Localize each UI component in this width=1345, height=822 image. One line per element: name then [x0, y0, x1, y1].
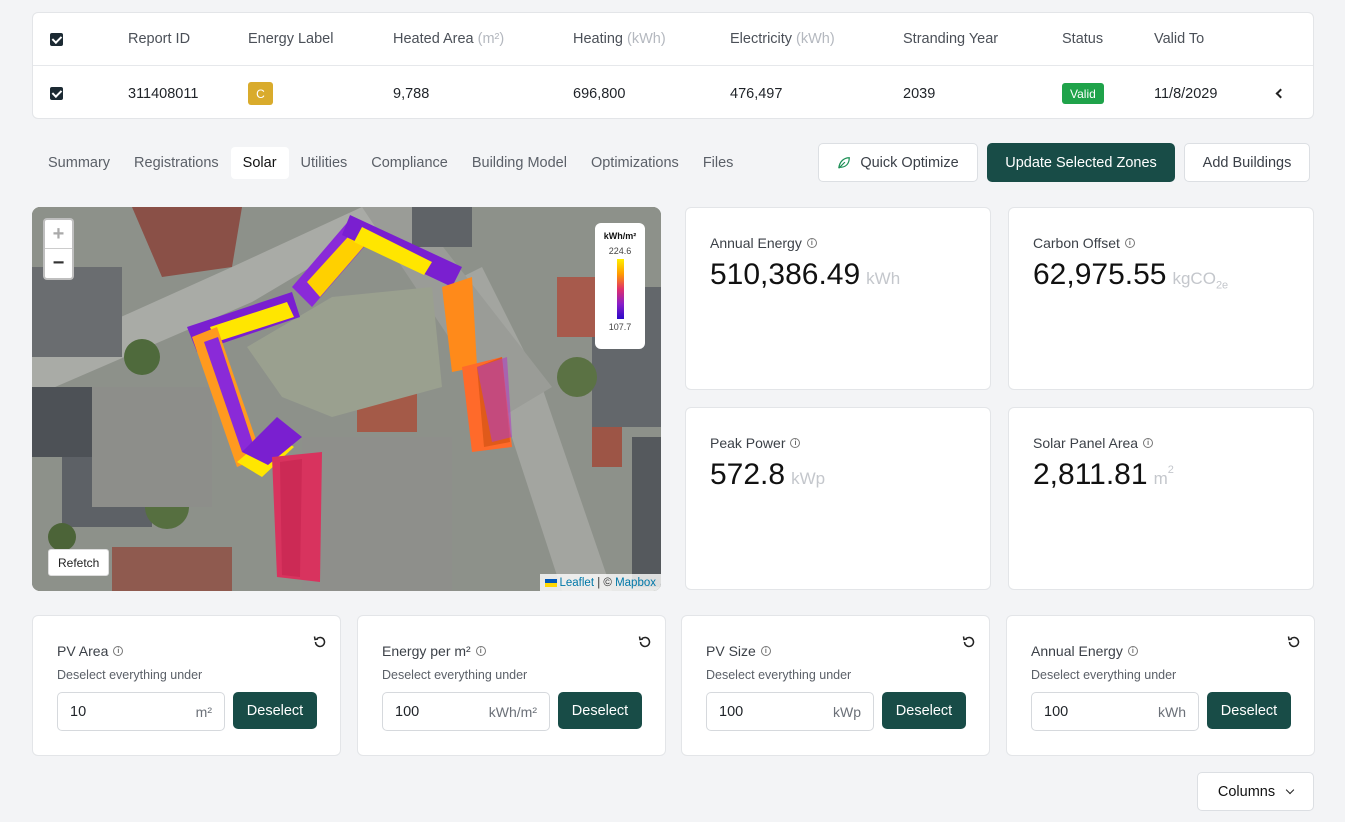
header-heated-area[interactable]: Heated Area (m²) [393, 13, 504, 65]
info-icon[interactable]: i [475, 646, 486, 656]
legend-gradient [616, 259, 624, 319]
chevron-left-icon [1275, 88, 1286, 99]
add-buildings-button[interactable]: Add Buildings [1184, 143, 1310, 182]
leaf-icon [838, 156, 851, 169]
tab-compliance[interactable]: Compliance [359, 147, 460, 179]
cell-heated-area: 9,788 [393, 85, 430, 102]
pv-size-filter: PV Size i Deselect everything under 100 kW… [681, 615, 990, 756]
solar-map[interactable]: + − kWh/m² 224.6 107.7 Refetch Leaflet |… [32, 207, 661, 591]
tab-optimizations[interactable]: Optimizations [579, 147, 691, 179]
annual-energy-card: Annual Energy i 510,386.49 kWh [685, 207, 991, 390]
header-electricity[interactable]: Electricity (kWh) [730, 13, 835, 65]
detail-tabs: Summary Registrations Solar Utilities Co… [36, 147, 745, 179]
reset-icon[interactable] [961, 634, 977, 650]
refetch-button[interactable]: Refetch [48, 549, 110, 576]
energy-legend: kWh/m² 224.6 107.7 [595, 223, 645, 349]
cell-report-id: 311408011 [128, 85, 199, 102]
energy-label-badge: C [248, 82, 273, 105]
info-icon[interactable]: i [790, 438, 801, 448]
reset-icon[interactable] [312, 634, 328, 650]
pv-size-input[interactable]: 100 kWp [706, 692, 874, 731]
info-icon[interactable]: i [1143, 438, 1154, 448]
tab-registrations[interactable]: Registrations [122, 147, 231, 179]
tab-files[interactable]: Files [691, 147, 746, 179]
info-icon[interactable]: i [1124, 238, 1135, 248]
energy-per-m2-filter: Energy per m² i Deselect everything under… [357, 615, 666, 756]
header-stranding-year[interactable]: Stranding Year [903, 13, 998, 65]
cell-heating: 696,800 [573, 85, 626, 102]
zoom-out-button[interactable]: − [45, 249, 72, 278]
tab-solar[interactable]: Solar [230, 147, 289, 179]
reports-table: Report ID Energy Label Heated Area (m²) H… [32, 12, 1314, 119]
zoom-control: + − [43, 218, 74, 280]
legend-title: kWh/m² [603, 231, 637, 241]
pv-area-filter: PV Area i Deselect everything under 10 m² … [32, 615, 341, 756]
update-selected-zones-button[interactable]: Update Selected Zones [987, 143, 1175, 182]
info-icon[interactable]: i [1127, 646, 1138, 656]
mapbox-link[interactable]: Mapbox [615, 577, 656, 589]
deselect-button[interactable]: Deselect [558, 692, 642, 729]
zoom-in-button[interactable]: + [45, 220, 72, 249]
header-valid-to[interactable]: Valid To [1154, 13, 1204, 65]
reset-icon[interactable] [1286, 634, 1302, 650]
tab-building-model[interactable]: Building Model [460, 147, 579, 179]
reset-icon[interactable] [637, 634, 653, 650]
tab-summary[interactable]: Summary [36, 147, 122, 179]
map-attribution: Leaflet | © Mapbox [539, 574, 661, 591]
chevron-down-icon [1285, 785, 1295, 794]
deselect-button[interactable]: Deselect [1207, 692, 1291, 729]
tab-utilities[interactable]: Utilities [289, 147, 360, 179]
solar-panel-area-card: Solar Panel Area i 2,811.81 m2 [1008, 407, 1314, 590]
columns-dropdown[interactable]: Columns [1197, 772, 1314, 811]
aerial-imagery [32, 207, 661, 591]
header-heating[interactable]: Heating (kWh) [573, 13, 666, 65]
pv-area-input[interactable]: 10 m² [57, 692, 225, 731]
cell-stranding-year: 2039 [903, 85, 936, 102]
info-icon[interactable]: i [806, 238, 817, 248]
legend-min: 107.7 [608, 322, 632, 332]
deselect-button[interactable]: Deselect [882, 692, 966, 729]
row-expand-button[interactable] [1275, 67, 1286, 120]
table-header-row: Report ID Energy Label Heated Area (m²) H… [33, 13, 1313, 66]
table-row[interactable]: 311408011 C 9,788 696,800 476,497 2039 V… [33, 67, 1313, 120]
info-icon[interactable]: i [113, 646, 124, 656]
info-icon[interactable]: i [760, 646, 771, 656]
ukraine-flag-icon [544, 578, 557, 587]
legend-max: 224.6 [608, 246, 632, 256]
status-badge: Valid [1062, 83, 1104, 104]
cell-electricity: 476,497 [730, 85, 783, 102]
quick-optimize-button[interactable]: Quick Optimize [818, 143, 978, 182]
header-report-id[interactable]: Report ID [128, 13, 190, 65]
row-checkbox[interactable] [50, 87, 63, 100]
select-all-checkbox[interactable] [50, 32, 63, 46]
deselect-button[interactable]: Deselect [233, 692, 317, 729]
cell-valid-to: 11/8/2029 [1154, 85, 1218, 102]
header-energy-label[interactable]: Energy Label [248, 13, 333, 65]
annual-energy-input[interactable]: 100 kWh [1031, 692, 1199, 731]
header-status[interactable]: Status [1062, 13, 1103, 65]
annual-energy-filter: Annual Energy i Deselect everything under… [1006, 615, 1315, 756]
peak-power-card: Peak Power i 572.8 kWp [685, 407, 991, 590]
leaflet-link[interactable]: Leaflet [560, 577, 595, 589]
carbon-offset-card: Carbon Offset i 62,975.55 kgCO2e [1008, 207, 1314, 390]
energy-per-m2-input[interactable]: 100 kWh/m² [382, 692, 550, 731]
